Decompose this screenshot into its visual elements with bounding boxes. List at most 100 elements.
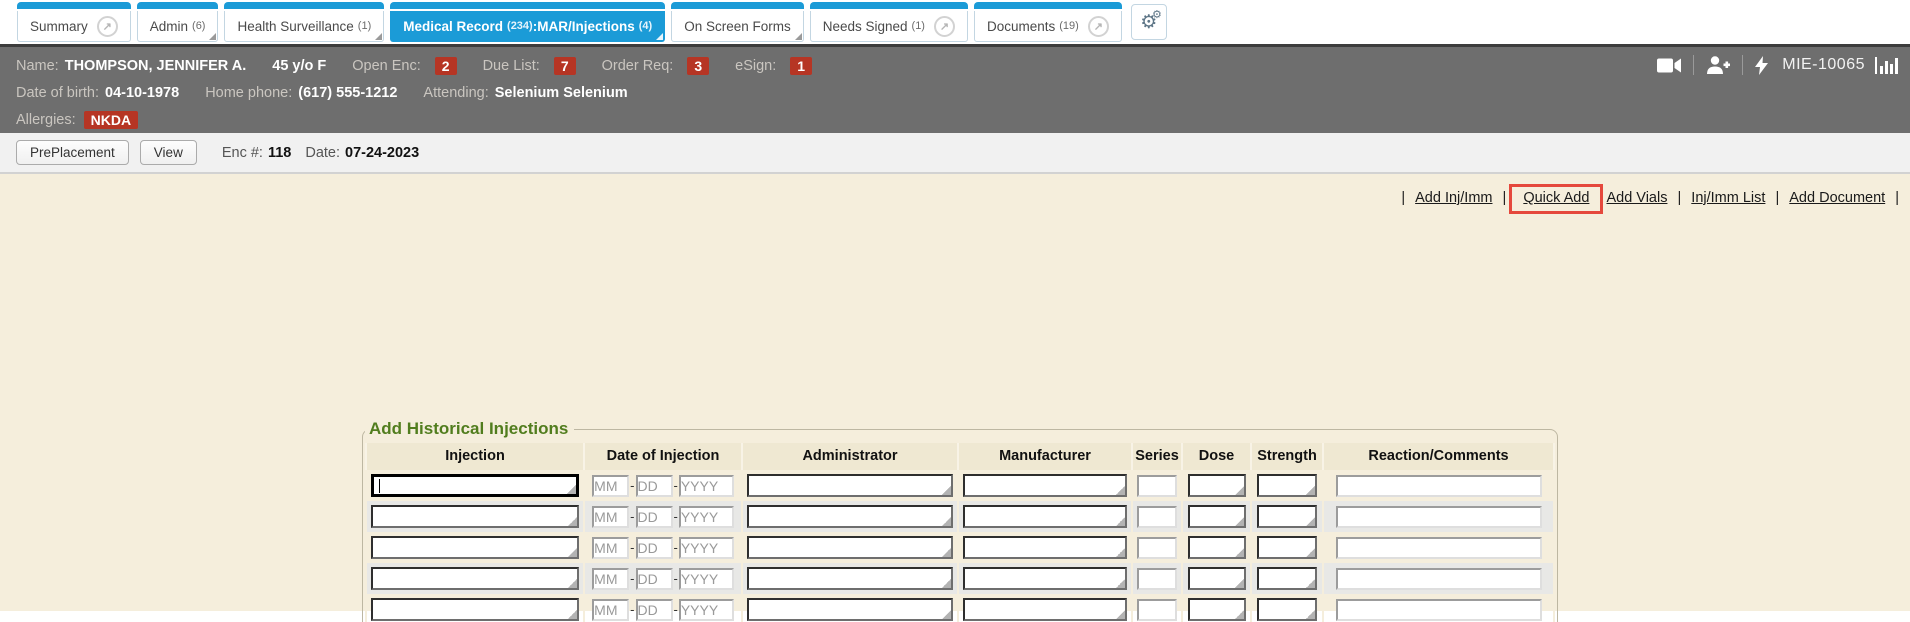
tab-label: On Screen Forms	[684, 19, 791, 34]
manufacturer-input[interactable]	[963, 567, 1127, 590]
reaction-comments-input[interactable]	[1336, 475, 1542, 497]
open-enc-badge[interactable]: 2	[435, 57, 457, 75]
administrator-input[interactable]	[747, 567, 953, 590]
reaction-comments-input[interactable]	[1336, 506, 1542, 528]
date-separator: -	[630, 478, 634, 493]
col-date-of-injection: Date of Injection	[584, 443, 742, 470]
tab-bar: Summary ↗ Admin (6) Health Surveillance …	[0, 0, 1910, 44]
date-mm-input[interactable]	[592, 475, 629, 497]
date-dd-input[interactable]	[636, 506, 673, 528]
add-vials-link[interactable]: Add Vials	[1606, 190, 1667, 206]
date-yyyy-input[interactable]	[679, 599, 734, 621]
strength-input[interactable]	[1257, 505, 1317, 528]
date-mm-input[interactable]	[592, 568, 629, 590]
popout-icon[interactable]: ↗	[97, 16, 118, 37]
video-camera-icon[interactable]	[1657, 58, 1681, 73]
injection-row: --	[366, 532, 1554, 563]
add-person-icon[interactable]	[1706, 56, 1730, 74]
manufacturer-input[interactable]	[963, 474, 1127, 497]
administrator-input[interactable]	[747, 505, 953, 528]
dose-input[interactable]	[1188, 567, 1246, 590]
date-yyyy-input[interactable]	[679, 568, 734, 590]
series-input[interactable]	[1137, 475, 1177, 497]
tab-count: (19)	[1059, 20, 1079, 32]
series-input[interactable]	[1137, 599, 1177, 621]
date-dd-input[interactable]	[636, 599, 673, 621]
quick-add-link[interactable]: Quick Add	[1523, 190, 1589, 206]
injection-input[interactable]	[371, 567, 579, 590]
injection-input[interactable]	[371, 536, 579, 559]
attending-name: Selenium Selenium	[495, 85, 628, 101]
date-dd-input[interactable]	[636, 537, 673, 559]
name-label: Name:	[16, 58, 59, 74]
date-mm-input[interactable]	[592, 599, 629, 621]
series-input[interactable]	[1137, 537, 1177, 559]
dose-input[interactable]	[1188, 598, 1246, 621]
reaction-comments-input[interactable]	[1336, 599, 1542, 621]
injections-grid: Injection Date of Injection Administrato…	[365, 443, 1555, 622]
dose-input[interactable]	[1188, 505, 1246, 528]
col-dose: Dose	[1182, 443, 1251, 470]
injection-input[interactable]	[371, 505, 579, 528]
settings-gears-icon[interactable]: ⚙⚙	[1131, 4, 1167, 40]
view-button[interactable]: View	[140, 140, 197, 165]
dose-input[interactable]	[1188, 474, 1246, 497]
date-mm-input[interactable]	[592, 506, 629, 528]
manufacturer-input[interactable]	[963, 505, 1127, 528]
patient-row-3: Allergies: NKDA	[16, 106, 1894, 133]
tab-accent-strip	[137, 2, 219, 9]
date-yyyy-input[interactable]	[679, 475, 734, 497]
tab-on-screen-forms[interactable]: On Screen Forms	[671, 2, 804, 42]
reaction-comments-input[interactable]	[1336, 537, 1542, 559]
date-separator: -	[674, 478, 678, 493]
strength-input[interactable]	[1257, 474, 1317, 497]
due-list-badge[interactable]: 7	[554, 57, 576, 75]
tab-summary[interactable]: Summary ↗	[17, 2, 131, 42]
manufacturer-input[interactable]	[963, 598, 1127, 621]
strength-input[interactable]	[1257, 598, 1317, 621]
strength-input[interactable]	[1257, 536, 1317, 559]
add-inj-imm-link[interactable]: Add Inj/Imm	[1415, 190, 1492, 206]
inj-imm-list-link[interactable]: Inj/Imm List	[1691, 190, 1765, 206]
injection-row: --	[366, 501, 1554, 532]
date-dd-input[interactable]	[636, 568, 673, 590]
lightning-bolt-icon[interactable]	[1755, 56, 1768, 75]
injection-input[interactable]	[371, 598, 579, 621]
allergies-badge[interactable]: NKDA	[84, 111, 138, 129]
date-yyyy-input[interactable]	[679, 506, 734, 528]
tab-label: Needs Signed	[823, 19, 908, 34]
series-input[interactable]	[1137, 568, 1177, 590]
tab-needs-signed[interactable]: Needs Signed (1) ↗	[810, 2, 968, 42]
order-req-badge[interactable]: 3	[687, 57, 709, 75]
administrator-input[interactable]	[747, 598, 953, 621]
tab-label: Medical Record	[403, 19, 503, 34]
administrator-input[interactable]	[747, 536, 953, 559]
strength-input[interactable]	[1257, 567, 1317, 590]
date-yyyy-input[interactable]	[679, 537, 734, 559]
popout-icon[interactable]: ↗	[1088, 16, 1109, 37]
popout-icon[interactable]: ↗	[934, 16, 955, 37]
date-mm-input[interactable]	[592, 537, 629, 559]
tab-admin[interactable]: Admin (6)	[137, 2, 219, 42]
preplacement-button[interactable]: PrePlacement	[16, 140, 129, 165]
injection-input[interactable]	[371, 474, 579, 497]
bar-chart-icon[interactable]	[1875, 57, 1898, 74]
tab-count: (6)	[192, 20, 205, 32]
col-series: Series	[1132, 443, 1182, 470]
patient-row-1: Name: THOMPSON, JENNIFER A. 45 y/o F Ope…	[16, 52, 1894, 79]
series-input[interactable]	[1137, 506, 1177, 528]
enc-number: 118	[268, 145, 291, 161]
patient-header-bar: Name: THOMPSON, JENNIFER A. 45 y/o F Ope…	[0, 44, 1910, 133]
administrator-input[interactable]	[747, 474, 953, 497]
esign-badge[interactable]: 1	[790, 57, 812, 75]
tab-health-surveillance[interactable]: Health Surveillance (1)	[224, 2, 384, 42]
tab-medical-record[interactable]: Medical Record (234):MAR/Injections (4)	[390, 2, 665, 42]
tab-accent-strip	[974, 2, 1122, 9]
date-dd-input[interactable]	[636, 475, 673, 497]
add-document-link[interactable]: Add Document	[1789, 190, 1885, 206]
manufacturer-input[interactable]	[963, 536, 1127, 559]
station-id: MIE-10065	[1782, 56, 1865, 74]
reaction-comments-input[interactable]	[1336, 568, 1542, 590]
tab-documents[interactable]: Documents (19) ↗	[974, 2, 1122, 42]
dose-input[interactable]	[1188, 536, 1246, 559]
